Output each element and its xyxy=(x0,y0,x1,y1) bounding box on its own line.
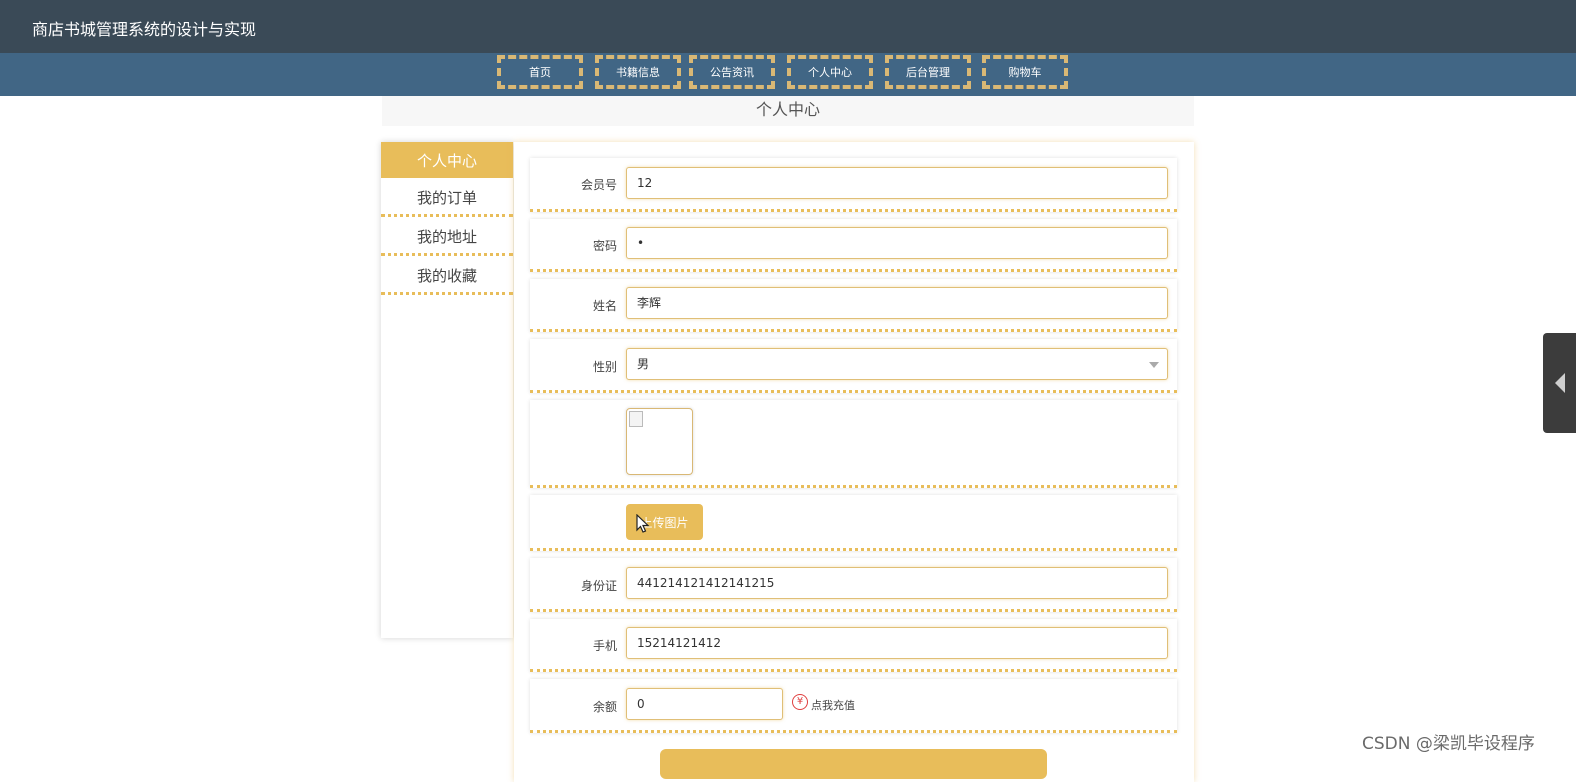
nav-news[interactable]: 公告资讯 xyxy=(689,55,775,89)
submit-button[interactable] xyxy=(660,749,1047,779)
gender-select[interactable]: 男 xyxy=(626,348,1168,380)
chevron-down-icon xyxy=(1149,362,1159,368)
chevron-left-icon xyxy=(1555,373,1565,393)
nav-books[interactable]: 书籍信息 xyxy=(595,55,681,89)
mouse-cursor-icon xyxy=(636,514,650,533)
nav-admin[interactable]: 后台管理 xyxy=(885,55,971,89)
name-input[interactable]: 李辉 xyxy=(626,287,1168,319)
id-card-label: 身份证 xyxy=(580,579,617,593)
nav-cart[interactable]: 购物车 xyxy=(982,55,1068,89)
nav-personal-center[interactable]: 个人中心 xyxy=(787,55,873,89)
balance-label: 余额 xyxy=(592,700,617,714)
main-nav: 首页 书籍信息 公告资讯 个人中心 后台管理 购物车 xyxy=(0,53,1576,96)
id-card-input[interactable]: 441214121412141215 xyxy=(626,567,1168,599)
side-panel-toggle[interactable] xyxy=(1543,333,1576,433)
form-row-phone: 手机 15214121412 xyxy=(530,619,1177,672)
form-row-name: 姓名 李辉 xyxy=(530,279,1177,332)
app-title: 商店书城管理系统的设计与实现 xyxy=(32,20,257,39)
side-item-personal-center[interactable]: 个人中心 xyxy=(381,142,513,178)
recharge-link[interactable]: 点我充值 xyxy=(811,697,855,713)
avatar-image xyxy=(626,408,693,475)
side-item-orders[interactable]: 我的订单 xyxy=(381,180,513,217)
form-row-member-no: 会员号 12 xyxy=(530,158,1177,212)
phone-label: 手机 xyxy=(592,639,617,653)
side-item-addresses[interactable]: 我的地址 xyxy=(381,219,513,256)
password-input[interactable]: • xyxy=(626,227,1168,259)
section-header: 个人中心 xyxy=(382,96,1194,126)
top-bar: 商店书城管理系统的设计与实现 xyxy=(0,0,1576,53)
form-row-balance: 余额 0 ¥ 点我充值 xyxy=(530,679,1177,733)
watermark: CSDN @梁凯毕设程序 xyxy=(1362,734,1535,754)
member-no-label: 会员号 xyxy=(580,178,617,192)
gender-label: 性别 xyxy=(592,360,617,374)
yen-icon[interactable]: ¥ xyxy=(792,694,808,710)
password-label: 密码 xyxy=(592,239,617,253)
form-row-avatar xyxy=(530,400,1177,488)
form-row-id-card: 身份证 441214121412141215 xyxy=(530,558,1177,612)
side-menu: 个人中心 我的订单 我的地址 我的收藏 xyxy=(381,142,513,638)
gender-value: 男 xyxy=(637,357,650,371)
balance-input[interactable]: 0 xyxy=(626,688,783,720)
nav-home[interactable]: 首页 xyxy=(497,55,583,89)
side-item-favorites[interactable]: 我的收藏 xyxy=(381,258,513,295)
member-no-input[interactable]: 12 xyxy=(626,167,1168,199)
image-placeholder-icon xyxy=(629,411,643,427)
form-row-password: 密码 • xyxy=(530,219,1177,272)
page-title: 个人中心 xyxy=(755,100,820,119)
form-row-upload: 上传图片 xyxy=(530,495,1177,551)
name-label: 姓名 xyxy=(592,299,617,313)
phone-input[interactable]: 15214121412 xyxy=(626,627,1168,659)
form-row-gender: 性别 男 xyxy=(530,339,1177,393)
